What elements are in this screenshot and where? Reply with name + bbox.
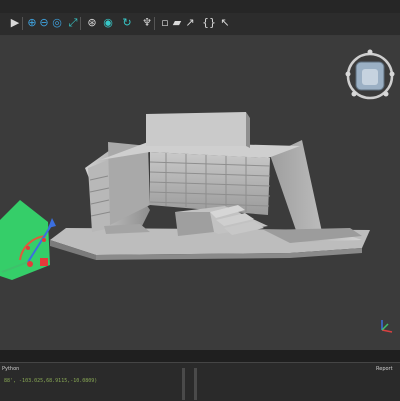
view-cube-handle-left [345,71,351,77]
view-cube-front [362,69,378,85]
gizmo-handle-dot [42,238,46,242]
stair-block-front [175,212,214,236]
left-pillar [88,160,110,232]
scene-canvas[interactable] [0,36,400,350]
export-icon[interactable]: ↗ [183,16,197,30]
folder-icon[interactable]: ▰ [170,16,184,30]
zoom-out-icon[interactable]: ⊖ [37,16,51,30]
3d-viewport[interactable] [0,36,400,350]
panel-splitter[interactable] [194,368,197,400]
cursor-icon[interactable]: ↖ [218,16,232,30]
python-panel-label[interactable]: Python [2,366,19,372]
gizmo-y-arrow [48,218,56,228]
backboard [146,112,246,146]
zoom-fit-icon[interactable]: ◎ [50,16,64,30]
pose-icon[interactable]: ♆ [140,16,154,30]
pan-icon[interactable]: ⤢ [66,16,80,30]
toolbar-separator [154,17,155,30]
report-panel-label[interactable]: Report [376,366,393,372]
skatepark-model[interactable] [50,112,370,260]
view-cube-handle-top [367,49,373,55]
toolbar-separator [22,17,23,30]
toolbar-separator [80,17,81,30]
select-icon[interactable]: ⊛ [85,16,99,30]
transform-gizmo[interactable] [0,200,56,280]
view-cube-handle-bl [351,91,357,97]
view-cube-handle-right [389,71,395,77]
rotate-icon[interactable]: ↻ [120,16,134,30]
right-ramp [270,140,362,242]
braces-icon[interactable]: {} [202,16,216,30]
bottom-panel: Python Report 88', -103.025,68.9115,-10.… [0,362,400,401]
play-icon[interactable]: ▶ [8,16,22,30]
orbit-icon[interactable]: ◉ [101,16,115,30]
console-output: 88', -103.025,68.9115,-10.0809) [4,378,98,384]
panel-splitter[interactable] [182,368,185,400]
title-bar [0,0,400,13]
view-cube-handle-br [383,91,389,97]
view-cube[interactable] [345,49,395,100]
toolbar: ▶ ⊕ ⊖ ◎ ⤢ ⊛ ◉ ↻ ♆ ▫ ▰ ↗ {} ↖ [0,13,400,36]
gizmo-handle-red [40,258,48,266]
backboard-side [246,112,250,148]
axis-triad [381,320,393,333]
gizmo-handle-dot [26,246,30,250]
gizmo-center [27,261,33,267]
